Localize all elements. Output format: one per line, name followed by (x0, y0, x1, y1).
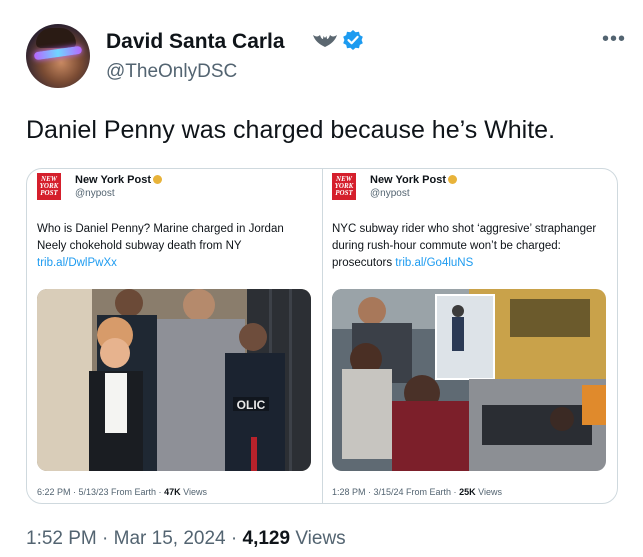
quoted-author-name[interactable]: New York Post (75, 174, 163, 186)
tweet-date[interactable]: Mar 15, 2024 (114, 528, 226, 549)
quoted-views-count: 47K (164, 487, 181, 497)
separator-dot: · (102, 528, 109, 549)
logo-text: POST (335, 189, 353, 197)
separator-dot: · (230, 528, 238, 549)
bat-icon (313, 35, 337, 47)
user-handle[interactable]: @TheOnlyDSC (106, 61, 237, 83)
nypost-logo-icon[interactable]: NEW YORK POST (37, 173, 61, 200)
tweet-views-label: Views (295, 528, 346, 549)
tweet-views-count: 4,129 (242, 528, 291, 549)
quoted-views-label: Views (478, 487, 502, 497)
avatar[interactable] (26, 24, 90, 88)
quoted-views-count: 25K (459, 487, 476, 497)
author-name-text: New York Post (370, 174, 447, 186)
arrest-photo: OLIC (37, 289, 311, 471)
tweet-timestamp: 1:52 PM · Mar 15, 2024 · 4,129 Views (26, 528, 346, 550)
quoted-author-handle[interactable]: @nypost (370, 188, 410, 199)
quoted-tweet-meta: 6:22 PM · 5/13/23 From Earth · 47K Views (37, 487, 207, 497)
quoted-tweets: NEW YORK POST New York Post @nypost Who … (26, 168, 618, 504)
quoted-timestamp[interactable]: 6:22 PM · 5/13/23 From Earth · (37, 487, 162, 497)
display-name[interactable]: David Santa Carla (106, 30, 285, 54)
quoted-link[interactable]: trib.al/DwlPwXx (37, 257, 117, 269)
avatar-hair (36, 28, 76, 48)
name-icons (312, 29, 364, 51)
quoted-author-name[interactable]: New York Post (370, 174, 458, 186)
quoted-tweet-text: NYC subway rider who shot ‘aggresive’ st… (332, 221, 607, 272)
nypost-logo-icon[interactable]: NEW YORK POST (332, 173, 356, 200)
police-vest-text: OLIC (237, 398, 266, 412)
logo-text: POST (40, 189, 58, 197)
author-name-text: New York Post (75, 174, 152, 186)
tweet-time[interactable]: 1:52 PM (26, 528, 97, 549)
quoted-text-body: Who is Daniel Penny? Marine charged in J… (37, 223, 284, 252)
quoted-tweet-text: Who is Daniel Penny? Marine charged in J… (37, 221, 312, 272)
gold-verified-icon (448, 175, 458, 184)
tweet-text: Daniel Penny was charged because he’s Wh… (26, 116, 556, 144)
quoted-tweet-meta: 1:28 PM · 3/15/24 From Earth · 25K Views (332, 487, 502, 497)
quoted-views-label: Views (183, 487, 207, 497)
quoted-media-photos[interactable] (332, 289, 606, 471)
quoted-media-photo[interactable]: OLIC (37, 289, 311, 471)
quoted-author-handle[interactable]: @nypost (75, 188, 115, 199)
quoted-tweet-1[interactable]: NEW YORK POST New York Post @nypost Who … (27, 169, 323, 503)
quoted-tweet-2[interactable]: NEW YORK POST New York Post @nypost NYC … (322, 169, 617, 503)
gold-verified-icon (153, 175, 163, 184)
tweet-header: David Santa Carla @TheOnlyDSC ••• (26, 24, 626, 94)
more-options-icon[interactable]: ••• (602, 28, 626, 51)
subway-photo-collage (332, 289, 606, 471)
verified-badge-icon (343, 30, 363, 50)
quoted-link[interactable]: trib.al/Go4luNS (395, 257, 473, 269)
quoted-timestamp[interactable]: 1:28 PM · 3/15/24 From Earth · (332, 487, 457, 497)
